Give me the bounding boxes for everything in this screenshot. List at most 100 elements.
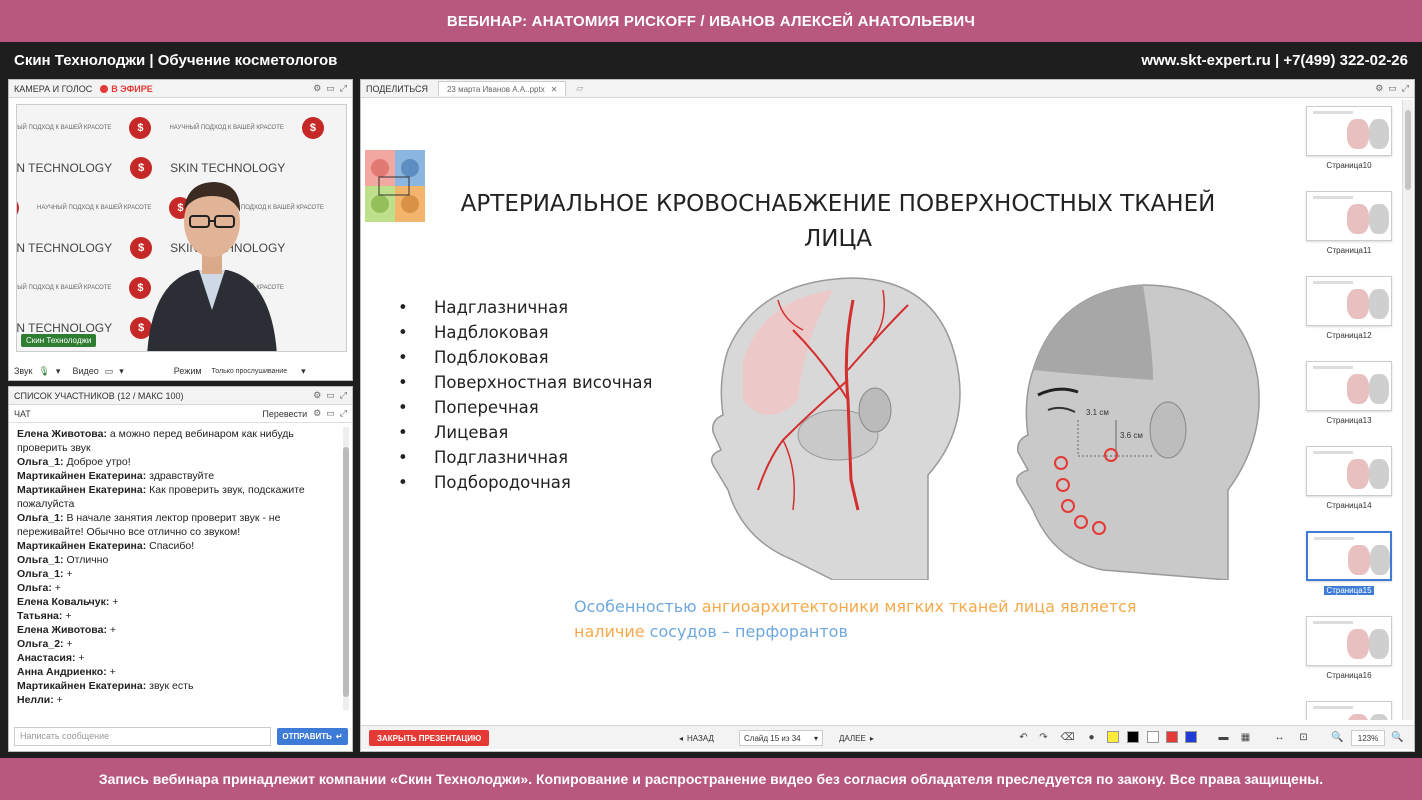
chat-author: Елена Животова:: [17, 428, 107, 440]
bullet-item: • Поперечная: [398, 395, 652, 420]
close-presentation-button[interactable]: ЗАКРЫТЬ ПРЕЗЕНТАЦИЮ: [369, 730, 490, 746]
grid-view-icon[interactable]: ▦: [1239, 731, 1252, 744]
color-black[interactable]: [1127, 731, 1139, 743]
presentation-toolbar: ЗАКРЫТЬ ПРЕЗЕНТАЦИЮ ◂ НАЗАД Слайд 15 из …: [361, 725, 1414, 749]
chat-text: звук есть: [146, 680, 194, 692]
live-dot-icon: [100, 84, 109, 93]
camera-panel-header: КАМЕРА И ГОЛОС В ЭФИРЕ ⚙ ▭ ⤢: [9, 80, 352, 98]
microphone-icon[interactable]: 🎙: [38, 366, 49, 377]
line-width-icon[interactable]: ▬: [1217, 731, 1230, 744]
minimize-icon[interactable]: ▭: [1388, 83, 1397, 94]
slide-thumbnail[interactable]: Страница13: [1306, 361, 1392, 425]
minimize-icon[interactable]: ▭: [326, 83, 335, 94]
chat-panel: СПИСОК УЧАСТНИКОВ (12 / МАКС 100) ⚙ ▭ ⤢ …: [8, 386, 353, 752]
chat-message-list: Елена Животова: а можно перед вебинаром …: [17, 427, 345, 710]
sound-dropdown-icon[interactable]: ▾: [56, 366, 61, 377]
chat-text: +: [109, 596, 119, 608]
eraser-icon[interactable]: ⌫: [1060, 731, 1074, 744]
backdrop-slogan: НАУЧНЫЙ ПОДХОД К ВАШЕЙ КРАСОТЕ: [17, 285, 112, 291]
slide-thumbnail[interactable]: Страница14: [1306, 446, 1392, 510]
participants-header[interactable]: СПИСОК УЧАСТНИКОВ (12 / МАКС 100) ⚙ ▭ ⤢: [9, 387, 352, 405]
settings-icon[interactable]: ⚙: [313, 83, 321, 94]
thumbnail-preview: [1306, 191, 1392, 241]
expand-icon[interactable]: ⤢: [340, 408, 347, 419]
slide-indicator: Слайд 15 из 34: [744, 733, 801, 743]
zoom-in-icon[interactable]: 🔍: [1391, 731, 1404, 744]
fit-width-icon[interactable]: ↔: [1273, 731, 1286, 744]
thumbnail-caption: Страница11: [1326, 246, 1372, 255]
color-white[interactable]: [1147, 731, 1159, 743]
chat-author: Ольга_1:: [17, 456, 64, 468]
slide-thumbnail[interactable]: Страница16: [1306, 616, 1392, 680]
video-camera-icon[interactable]: ▭: [105, 366, 114, 377]
next-slide-button[interactable]: ДАЛЕЕ ▸: [839, 730, 874, 746]
slide-thumbnail[interactable]: Страница10: [1306, 106, 1392, 170]
expand-icon[interactable]: ⤢: [1402, 83, 1409, 94]
color-yellow[interactable]: [1107, 731, 1119, 743]
chat-text: +: [63, 638, 73, 650]
brand-logo-icon: $: [301, 117, 324, 139]
close-tab-icon[interactable]: ✕: [551, 85, 558, 94]
chat-text: +: [51, 582, 61, 594]
slide-thumbnail[interactable]: Страница15: [1306, 531, 1392, 595]
chat-message: Елена Животова: +: [17, 623, 345, 637]
minimize-icon[interactable]: ▭: [326, 408, 335, 419]
chat-message: Елена Ковальчук: +: [17, 595, 345, 609]
new-tab-icon[interactable]: ▱: [576, 83, 583, 94]
backdrop-brand: SKIN TECHNOLOGY: [16, 321, 113, 335]
video-label: Видео: [72, 366, 99, 376]
fit-page-icon[interactable]: ⊡: [1297, 731, 1310, 744]
bullet-item: • Надблоковая: [398, 320, 652, 345]
settings-icon[interactable]: ⚙: [313, 390, 321, 401]
undo-icon[interactable]: ↶: [1017, 731, 1030, 744]
slide-thumbnail[interactable]: [1306, 701, 1392, 720]
thumbnail-preview: [1306, 276, 1392, 326]
chat-author: Ольга_2:: [17, 638, 64, 650]
slide-thumbnail[interactable]: Страница11: [1306, 191, 1392, 255]
chat-scrollbar[interactable]: [343, 427, 349, 710]
bullet-dot-icon: •: [398, 298, 408, 317]
mode-dropdown-icon[interactable]: ▾: [301, 366, 306, 377]
minimize-icon[interactable]: ▭: [326, 390, 335, 401]
chat-tab[interactable]: ЧАТ: [14, 409, 31, 419]
slide-selector[interactable]: Слайд 15 из 34 ▾: [739, 730, 823, 746]
slide-viewport: АРТЕРИАЛЬНОЕ КРОВОСНАБЖЕНИЕ ПОВЕРХНОСТНЫ…: [363, 100, 1295, 720]
chat-author: Ольга_1:: [17, 554, 64, 566]
presentation-file-tab[interactable]: 23 марта Иванов А.А..pptx ✕: [437, 81, 567, 96]
mode-select[interactable]: Только прослушивание: [212, 368, 288, 375]
footer-part1: Особенностью: [574, 597, 702, 616]
chat-message-input[interactable]: Написать сообщение: [14, 727, 271, 746]
video-dropdown-icon[interactable]: ▾: [119, 366, 124, 377]
copyright-notice: Запись вебинара принадлежит компании «Ск…: [98, 771, 1324, 787]
expand-icon[interactable]: ⤢: [340, 83, 347, 94]
previous-slide-button[interactable]: ◂ НАЗАД: [679, 730, 714, 746]
color-blue[interactable]: [1185, 731, 1197, 743]
brand-contacts: www.skt-expert.ru | +7(499) 322-02-26: [1141, 51, 1408, 69]
settings-icon[interactable]: ⚙: [1375, 83, 1383, 94]
thumbnail-caption: Страница13: [1326, 416, 1372, 425]
camera-video[interactable]: НАУЧНЫЙ ПОДХОД К ВАШЕЙ КРАСОТЕ $ НАУЧНЫЙ…: [16, 104, 347, 352]
bullet-text: Подбородочная: [434, 473, 571, 492]
bullet-item: • Подглазничная: [398, 445, 652, 470]
thumbnail-caption: Страница16: [1326, 671, 1372, 680]
slide-thumbnail[interactable]: Страница12: [1306, 276, 1392, 340]
zoom-out-icon[interactable]: 🔍: [1331, 731, 1344, 744]
thumbnail-scrollbar[interactable]: [1402, 100, 1413, 720]
arterial-anatomy-head: [710, 277, 961, 580]
bullet-dot-icon: •: [398, 473, 408, 492]
chat-author: Нелли:: [17, 694, 54, 706]
expand-icon[interactable]: ⤢: [340, 390, 347, 401]
bullet-text: Надглазничная: [434, 298, 569, 317]
slide[interactable]: АРТЕРИАЛЬНОЕ КРОВОСНАБЖЕНИЕ ПОВЕРХНОСТНЫ…: [363, 100, 1295, 720]
share-button[interactable]: ПОДЕЛИТЬСЯ: [366, 84, 428, 94]
chat-message: Ольга_1: Отлично: [17, 553, 345, 567]
chat-message: Нелли: +: [17, 693, 345, 707]
redo-icon[interactable]: ↷: [1037, 731, 1050, 744]
translate-button[interactable]: Перевести: [262, 409, 307, 419]
zoom-level[interactable]: 123%: [1351, 730, 1385, 746]
send-button[interactable]: ОТПРАВИТЬ ↵: [277, 728, 348, 745]
bullet-dot-icon: •: [398, 348, 408, 367]
pointer-dot-icon[interactable]: ●: [1085, 731, 1098, 744]
settings-icon[interactable]: ⚙: [313, 408, 321, 419]
color-red[interactable]: [1166, 731, 1178, 743]
